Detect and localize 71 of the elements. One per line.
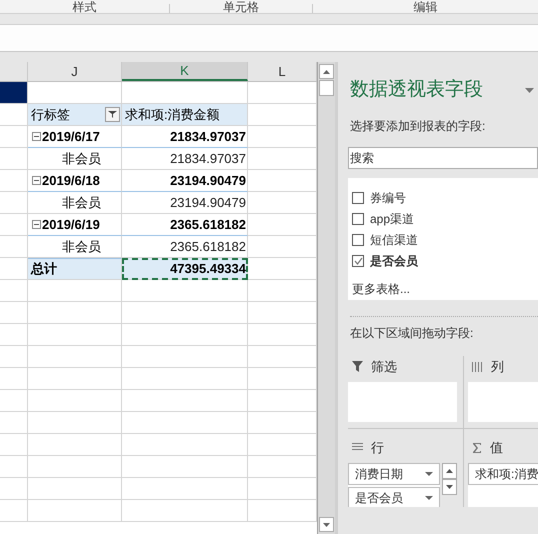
field-item[interactable]: 券编号: [352, 188, 538, 208]
value-cell: 2365.618182: [122, 214, 248, 236]
value-cell: 23194.90479: [122, 170, 248, 192]
more-tables-link[interactable]: 更多表格...: [352, 280, 538, 298]
panel-subtitle: 选择要添加到报表的字段:: [350, 118, 486, 134]
area-label: 列: [491, 358, 504, 376]
area-field-chip[interactable]: 是否会员: [348, 486, 440, 506]
columns-icon: [472, 362, 483, 372]
grid-cell: [0, 434, 28, 456]
row-label: 非会员: [61, 194, 101, 212]
grid-cell: [0, 302, 28, 324]
filter-icon: [352, 361, 363, 372]
area-field-chip[interactable]: 求和项:消费: [468, 462, 538, 484]
value-cell: 21834.97037: [122, 126, 248, 148]
row-label: 2019/6/18: [41, 172, 100, 190]
collapse-toggle[interactable]: [32, 132, 41, 141]
area-drop-zone: [468, 382, 538, 422]
row-label: 2019/6/19: [41, 216, 100, 234]
ribbon-group-label: 编辑: [414, 1, 438, 13]
caret-icon: [425, 496, 433, 500]
sigma-icon: [472, 442, 482, 452]
grid-cell: [0, 478, 28, 500]
scroll-up-icon[interactable]: [323, 70, 330, 74]
value-header-cell: 求和项:消费金额: [122, 104, 248, 126]
grid-cell: [0, 324, 28, 346]
grid-cell: [0, 456, 28, 478]
scrollbar-thumb[interactable]: [319, 80, 334, 96]
row-label: 非会员: [61, 150, 101, 168]
row-label: 总计: [30, 260, 57, 278]
collapse-toggle[interactable]: [32, 176, 41, 185]
field-checkbox[interactable]: [352, 192, 364, 204]
grid-cell: [0, 280, 28, 302]
ribbon-group-label: 样式: [72, 1, 96, 13]
value-cell: 21834.97037: [122, 148, 248, 170]
grid-cell: [0, 412, 28, 434]
grid-cell: [0, 500, 28, 522]
column-header[interactable]: K: [122, 62, 248, 81]
move-up-button[interactable]: [442, 462, 457, 478]
area-label: 行: [371, 438, 384, 457]
field-item[interactable]: app渠道: [352, 208, 538, 230]
grid-cell: [0, 390, 28, 412]
areas-label: 在以下区域间拖动字段:: [350, 324, 474, 342]
area-label: 值: [490, 438, 503, 457]
ribbon-group-label: 单元格: [223, 1, 259, 13]
field-checkbox[interactable]: [352, 234, 364, 246]
value-cell: 47395.49334: [122, 258, 248, 280]
rows-icon: [352, 443, 363, 452]
dropdown-caret-icon[interactable]: [525, 88, 534, 93]
field-item[interactable]: 短信渠道: [352, 230, 538, 250]
row-labels-header: 行标签: [31, 106, 70, 124]
up-arrow-icon: [446, 468, 453, 472]
caret-icon: [425, 472, 433, 476]
move-down-button[interactable]: [442, 478, 457, 494]
row-label: 非会员: [61, 238, 101, 256]
filter-dropdown-button[interactable]: [105, 107, 120, 122]
vertical-scrollbar[interactable]: [317, 62, 335, 534]
search-field[interactable]: 搜索: [348, 146, 538, 168]
value-cell: 23194.90479: [122, 192, 248, 214]
field-checkbox[interactable]: [352, 255, 364, 267]
scroll-down-icon[interactable]: [323, 522, 330, 526]
area-label: 筛选: [371, 358, 397, 376]
field-checkbox[interactable]: [352, 213, 364, 225]
filter-icon: [108, 111, 117, 118]
row-label: 2019/6/17: [41, 128, 100, 146]
collapse-toggle[interactable]: [32, 220, 41, 229]
area-field-chip[interactable]: 消费日期: [348, 462, 440, 484]
grid-cell: [0, 346, 28, 368]
grid-cell: [0, 368, 28, 390]
field-item[interactable]: 是否会员: [352, 250, 538, 272]
down-arrow-icon: [446, 484, 453, 488]
panel-title: 数据透视表字段: [350, 78, 483, 102]
